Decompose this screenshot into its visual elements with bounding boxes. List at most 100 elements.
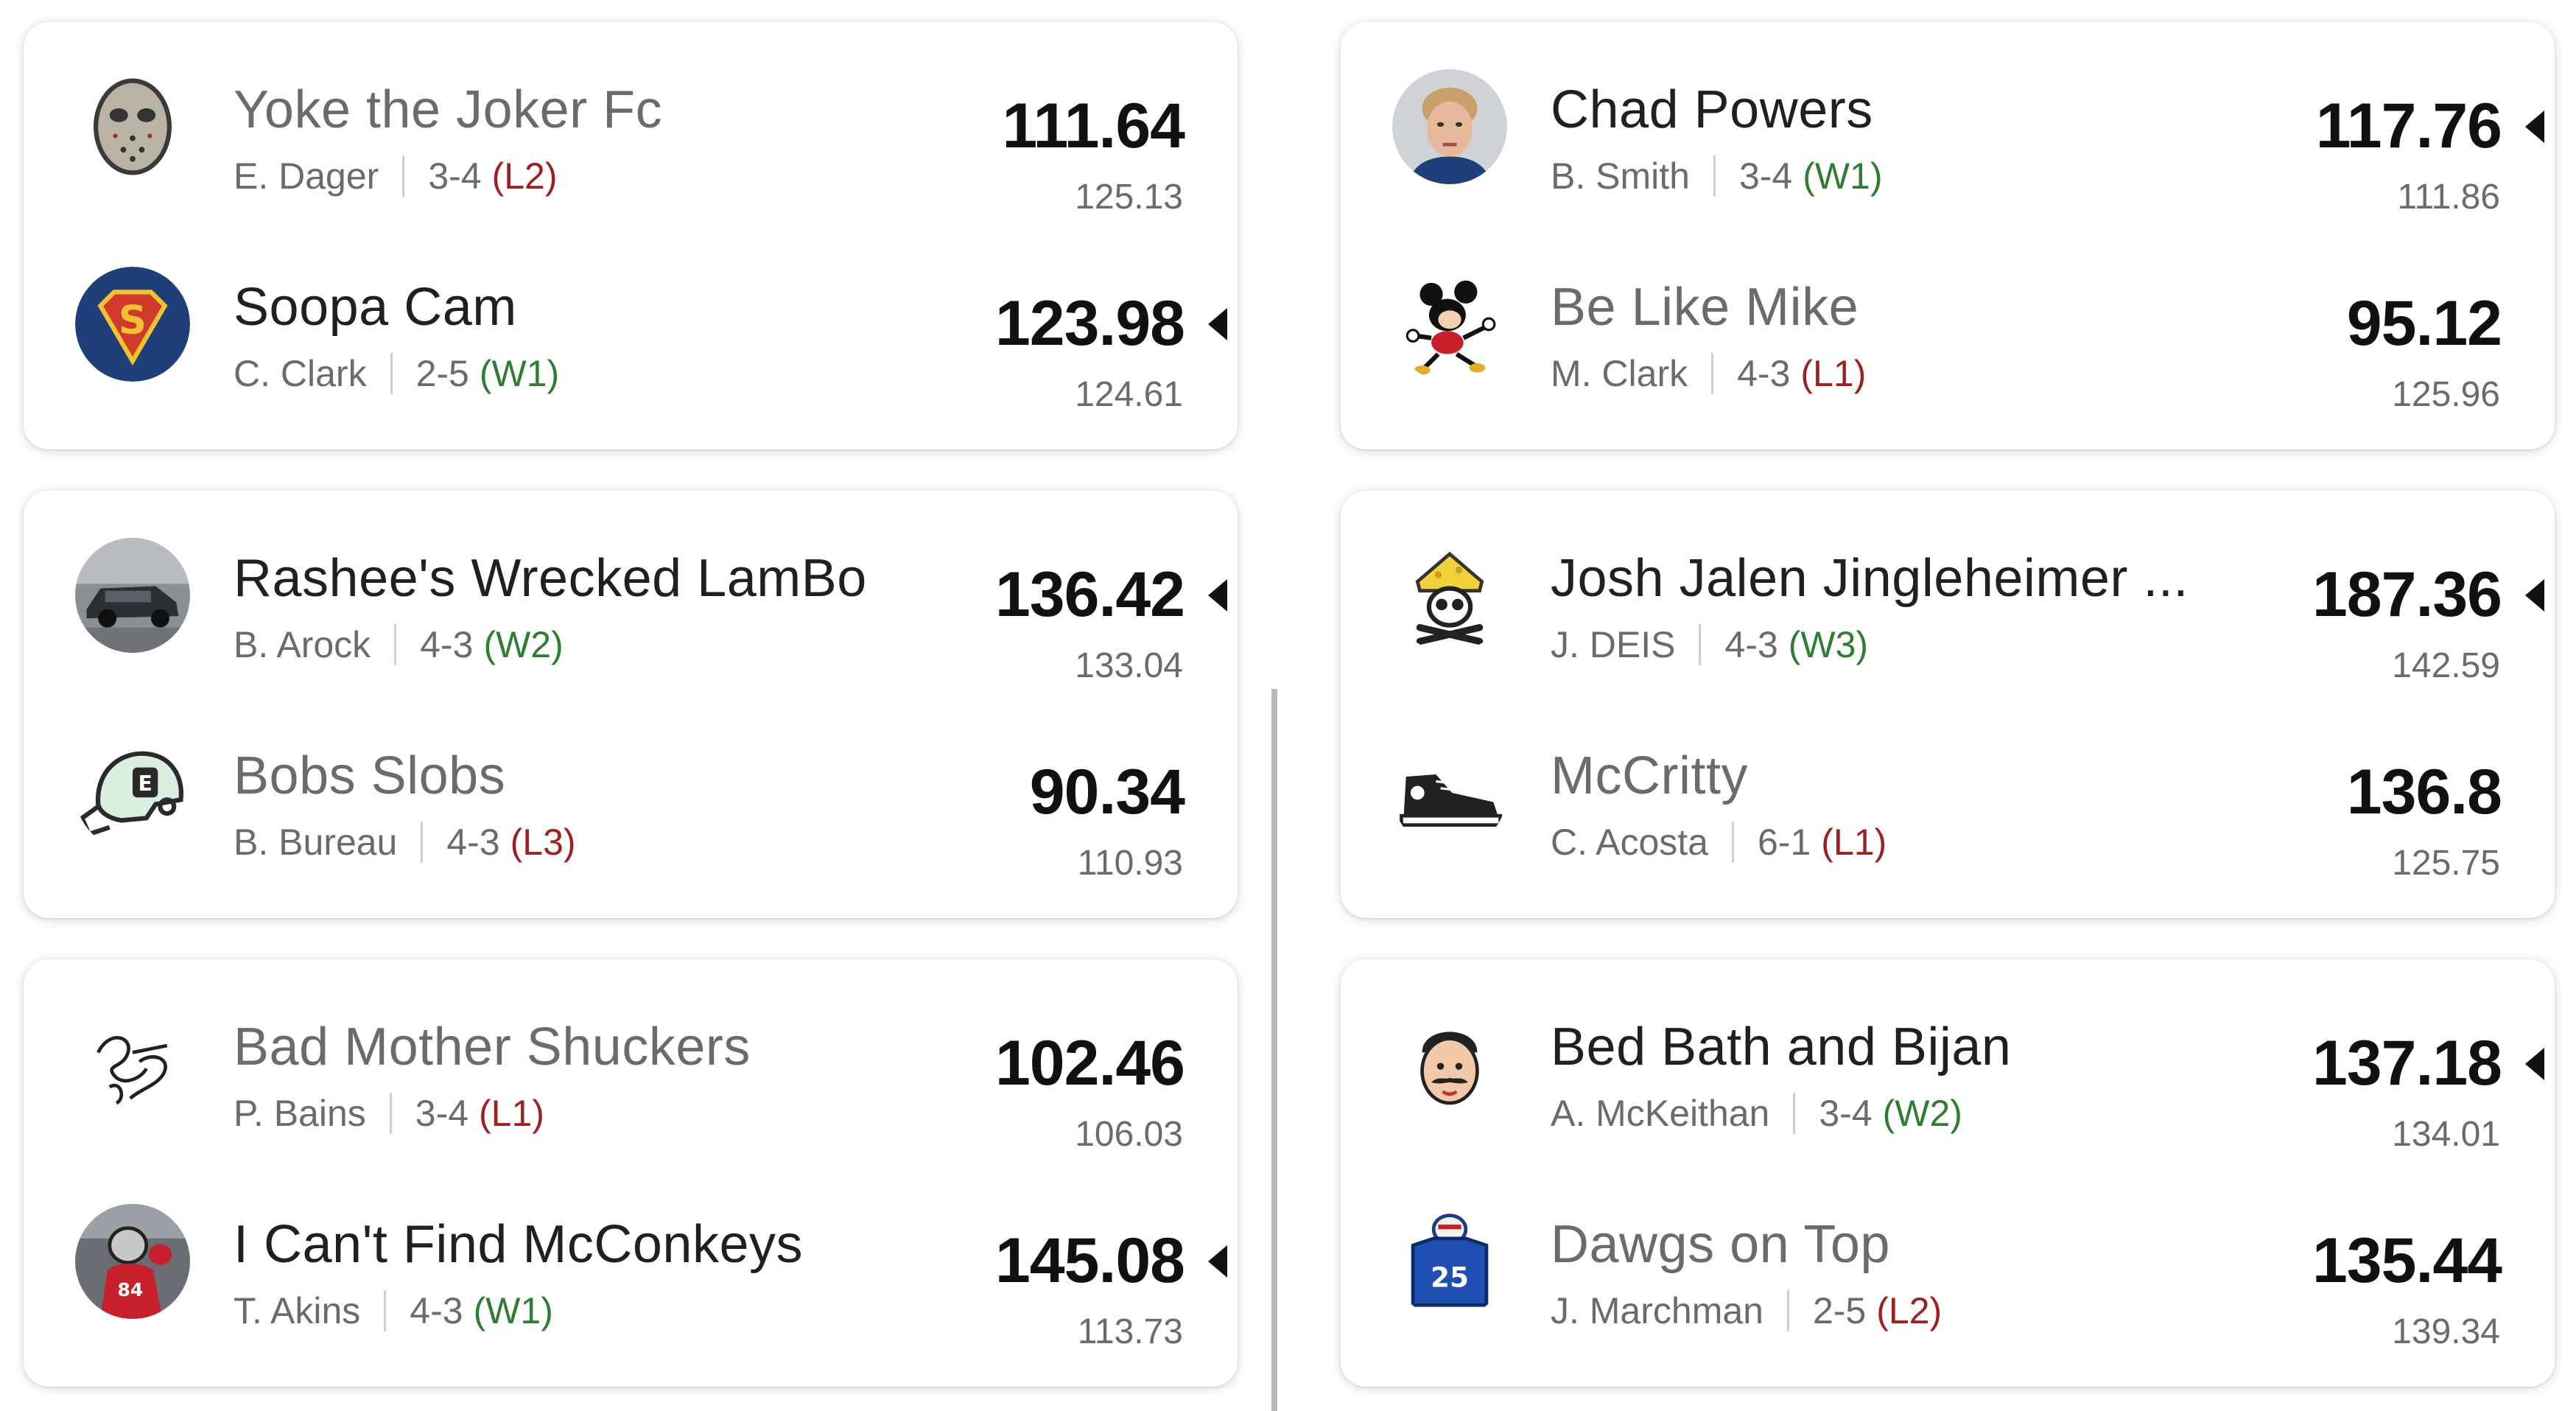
divider [1711, 353, 1714, 394]
team-row[interactable]: Yoke the Joker Fc E. Dager 3-4 (L2) 111.… [24, 38, 1238, 217]
streak: (W2) [1882, 1093, 1962, 1134]
projected-score: 110.93 [1077, 844, 1183, 883]
winner-arrow-icon [1208, 1245, 1227, 1278]
divider [1699, 624, 1702, 665]
owner-name: T. Akins [234, 1290, 361, 1331]
record: 4-3 [410, 1290, 463, 1331]
streak: (L2) [1876, 1290, 1942, 1331]
team-row[interactable]: 84 I Can't Find McConkeys T. Akins 4-3 (… [24, 1173, 1238, 1351]
matchup-card[interactable]: Bad Mother Shuckers P. Bains 3-4 (L1) 10… [24, 959, 1238, 1387]
owner-name: M. Clark [1551, 353, 1688, 394]
winner-arrow-icon [2525, 1048, 2544, 1080]
record: 3-4 [1738, 155, 1793, 197]
score: 145.08 [994, 1225, 1185, 1296]
team-name[interactable]: McCritty [1551, 746, 1748, 806]
sneaker-icon [1392, 735, 1507, 850]
record: 6-1 [1758, 822, 1811, 863]
record: 2-5 [1812, 1290, 1867, 1331]
score: 123.98 [994, 288, 1185, 359]
svg-text:S: S [119, 297, 147, 343]
team-name[interactable]: Be Like Mike [1551, 277, 1859, 337]
winner-arrow-icon [1208, 579, 1227, 612]
team-row[interactable]: Be Like Mike M. Clark 4-3 (L1) 95.12 125… [1341, 236, 2555, 414]
divider [394, 624, 397, 665]
team-name[interactable]: Bed Bath and Bijan [1551, 1017, 2011, 1077]
team-meta: J. DEIS 4-3 (W3) [1551, 623, 1868, 666]
matchup-card[interactable]: Bed Bath and Bijan A. McKeithan 3-4 (W2)… [1341, 959, 2555, 1387]
team-row[interactable]: 25 Dawgs on Top J. Marchman 2-5 (L2) 135… [1341, 1173, 2555, 1351]
projected-score: 134.01 [2392, 1115, 2500, 1154]
divider [402, 155, 405, 197]
record: 4-3 [420, 624, 474, 665]
team-name[interactable]: Rashee's Wrecked LamBo [234, 548, 867, 609]
streak: (L1) [479, 1093, 544, 1134]
column-divider [1271, 689, 1277, 1411]
team-name[interactable]: Chad Powers [1551, 80, 1873, 140]
owner-name: C. Clark [234, 353, 367, 394]
owner-name: E. Dager [234, 155, 379, 197]
matchup-card[interactable]: Yoke the Joker Fc E. Dager 3-4 (L2) 111.… [24, 22, 1238, 449]
football-helmet-icon: E [75, 735, 190, 850]
divider [1793, 1093, 1796, 1134]
football-jersey-icon: 25 [1392, 1204, 1507, 1319]
team-name[interactable]: Josh Jalen Jingleheimer ... [1551, 548, 2189, 609]
team-meta: E. Dager 3-4 (L2) [234, 155, 558, 197]
streak: (L1) [1821, 822, 1887, 863]
score: 111.64 [1002, 91, 1185, 161]
score: 137.18 [2312, 1028, 2502, 1099]
score: 187.36 [2312, 559, 2502, 630]
matchup-card[interactable]: Rashee's Wrecked LamBo B. Arock 4-3 (W2)… [24, 491, 1238, 918]
score: 95.12 [2346, 288, 2502, 359]
team-row[interactable]: S Soopa Cam C. Clark 2-5 (W1) 123.98 124… [24, 236, 1238, 414]
matchup-card[interactable]: Josh Jalen Jingleheimer ... J. DEIS 4-3 … [1341, 491, 2555, 918]
divider [390, 353, 393, 394]
projected-score: 124.61 [1075, 375, 1183, 414]
svg-text:E: E [138, 771, 152, 796]
owner-name: J. Marchman [1551, 1290, 1763, 1331]
streak: (W1) [473, 1290, 553, 1331]
streak: (L3) [510, 822, 576, 863]
player-photo-avatar [1392, 69, 1507, 184]
superman-shield-icon: S [75, 267, 190, 382]
score: 135.44 [2312, 1225, 2502, 1296]
projected-score: 113.73 [1077, 1312, 1183, 1351]
team-meta: J. Marchman 2-5 (L2) [1551, 1289, 1942, 1332]
streak: (W1) [479, 353, 560, 394]
projected-score: 125.96 [2392, 375, 2500, 414]
owner-name: A. McKeithan [1551, 1093, 1770, 1134]
team-name[interactable]: Soopa Cam [234, 277, 517, 337]
projected-score: 139.34 [2392, 1312, 2500, 1351]
team-meta: P. Bains 3-4 (L1) [234, 1092, 544, 1135]
divider [1732, 822, 1734, 863]
team-row[interactable]: McCritty C. Acosta 6-1 (L1) 136.8 125.75 [1341, 704, 2555, 883]
team-meta: T. Akins 4-3 (W1) [234, 1289, 553, 1332]
owner-name: B. Smith [1551, 155, 1690, 197]
team-name[interactable]: Yoke the Joker Fc [234, 80, 662, 140]
team-name[interactable]: Dawgs on Top [1551, 1214, 1890, 1275]
team-meta: A. McKeithan 3-4 (W2) [1551, 1092, 1962, 1135]
team-name[interactable]: I Can't Find McConkeys [234, 1214, 803, 1275]
projected-score: 125.13 [1075, 178, 1183, 217]
team-row[interactable]: Josh Jalen Jingleheimer ... J. DEIS 4-3 … [1341, 507, 2555, 685]
team-row[interactable]: E Bobs Slobs B. Bureau 4-3 (L3) 90.34 11… [24, 704, 1238, 883]
team-name[interactable]: Bad Mother Shuckers [234, 1017, 751, 1077]
record: 3-4 [415, 1093, 469, 1134]
projected-score: 125.75 [2392, 844, 2500, 883]
owner-name: P. Bains [234, 1093, 366, 1134]
streak: (L2) [491, 155, 558, 197]
team-meta: B. Bureau 4-3 (L3) [234, 821, 576, 864]
team-meta: C. Clark 2-5 (W1) [234, 352, 559, 395]
matchup-card[interactable]: Chad Powers B. Smith 3-4 (W1) 117.76 111… [1341, 22, 2555, 449]
team-row[interactable]: Bed Bath and Bijan A. McKeithan 3-4 (W2)… [1341, 976, 2555, 1154]
score: 102.46 [994, 1028, 1185, 1099]
team-row[interactable]: Bad Mother Shuckers P. Bains 3-4 (L1) 10… [24, 976, 1238, 1154]
svg-text:84: 84 [118, 1279, 144, 1300]
winner-arrow-icon [2525, 579, 2544, 612]
score: 136.42 [994, 559, 1185, 630]
owner-name: B. Bureau [234, 822, 398, 863]
team-name[interactable]: Bobs Slobs [234, 746, 505, 806]
team-row[interactable]: Chad Powers B. Smith 3-4 (W1) 117.76 111… [1341, 38, 2555, 217]
streak: (L1) [1800, 353, 1867, 394]
divider [389, 1093, 392, 1134]
team-row[interactable]: Rashee's Wrecked LamBo B. Arock 4-3 (W2)… [24, 507, 1238, 685]
